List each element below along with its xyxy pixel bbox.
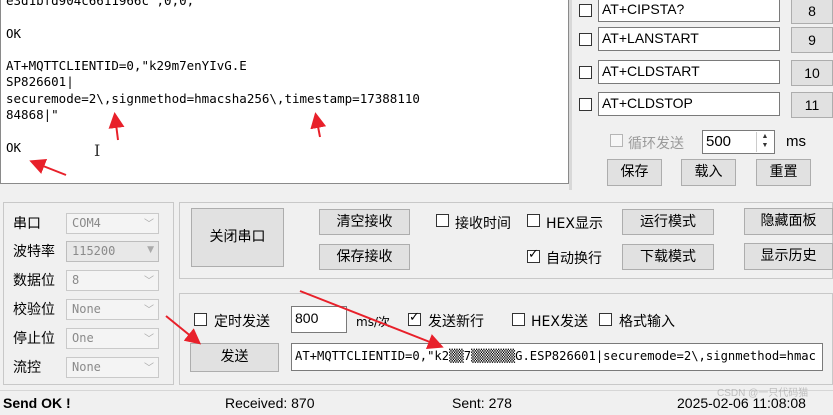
chevron-down-icon: ﹀ xyxy=(144,363,154,374)
databits-select[interactable]: 8 ﹀ xyxy=(66,270,159,291)
databits-value: 8 xyxy=(72,273,80,287)
close-port-button[interactable]: 关闭串口 xyxy=(191,208,284,267)
parity-label: 校验位 xyxy=(13,302,55,318)
command-send-button[interactable]: 8 xyxy=(791,0,833,24)
stopbits-select[interactable]: One ﹀ xyxy=(66,328,159,349)
timer-interval-input[interactable]: 800 xyxy=(291,306,347,333)
parity-select[interactable]: None ﹀ xyxy=(66,299,159,320)
flowcontrol-label: 流控 xyxy=(13,360,41,376)
flowcontrol-select[interactable]: None ﹀ xyxy=(66,357,159,378)
show-history-button[interactable]: 显示历史 xyxy=(744,243,833,270)
save-receive-button[interactable]: 保存接收 xyxy=(319,244,410,270)
send-input[interactable]: AT+MQTTCLIENTID=0,"k2▒▒7▒▒▒▒▒▒G.ESP82660… xyxy=(291,343,823,371)
dropdown-arrow-icon: ▼ xyxy=(147,245,154,255)
command-send-button[interactable]: 10 xyxy=(791,60,833,86)
load-commands-button[interactable]: 载入 xyxy=(681,159,736,186)
flowcontrol-value: None xyxy=(72,360,101,374)
sent-count: Sent: 278 xyxy=(452,395,512,411)
chevron-down-icon: ﹀ xyxy=(144,305,154,316)
command-input[interactable]: AT+CLDSTART xyxy=(598,60,780,84)
auto-wrap-checkbox[interactable] xyxy=(527,247,540,263)
command-input[interactable]: AT+CIPSTA? xyxy=(598,0,780,22)
format-input-checkbox[interactable] xyxy=(599,313,612,326)
download-mode-button[interactable]: 下载模式 xyxy=(622,244,714,270)
command-send-button[interactable]: 11 xyxy=(791,92,833,118)
send-button[interactable]: 发送 xyxy=(190,343,279,372)
baud-select[interactable]: 115200 ▼ xyxy=(66,241,159,262)
parity-value: None xyxy=(72,302,101,316)
send-newline-label: 发送新行 xyxy=(428,314,484,330)
auto-wrap-label: 自动换行 xyxy=(546,251,602,267)
timer-unit: ms/次 xyxy=(356,315,390,329)
databits-label: 数据位 xyxy=(13,273,55,289)
panel-separator xyxy=(569,0,572,190)
command-checkbox[interactable] xyxy=(579,66,592,79)
command-send-button[interactable]: 9 xyxy=(791,27,833,53)
command-input[interactable]: AT+CLDSTOP xyxy=(598,92,780,116)
command-checkbox[interactable] xyxy=(579,4,592,17)
clear-receive-button[interactable]: 清空接收 xyxy=(319,209,410,235)
hex-send-checkbox[interactable] xyxy=(512,313,525,326)
chevron-down-icon: ﹀ xyxy=(144,334,154,345)
receive-time-label: 接收时间 xyxy=(455,216,511,232)
text-cursor-icon: I xyxy=(94,141,101,160)
command-checkbox[interactable] xyxy=(579,98,592,111)
hex-display-checkbox[interactable] xyxy=(527,214,540,227)
chevron-down-icon: ﹀ xyxy=(144,219,154,230)
hex-display-label: HEX显示 xyxy=(546,216,603,232)
port-label: 串口 xyxy=(13,216,41,232)
loop-send-label: 循环发送 xyxy=(628,136,684,152)
hex-send-label: HEX发送 xyxy=(531,314,588,330)
watermark: CSDN @一只代码猫 xyxy=(717,388,809,399)
reset-commands-button[interactable]: 重置 xyxy=(756,159,811,186)
received-count: Received: 870 xyxy=(225,395,315,411)
send-ok-status: Send OK ! xyxy=(3,395,71,411)
command-input[interactable]: AT+LANSTART xyxy=(598,27,780,51)
hide-panel-button[interactable]: 隐藏面板 xyxy=(744,208,833,235)
stopbits-value: One xyxy=(72,331,94,345)
baud-label: 波特率 xyxy=(13,244,55,260)
port-value: COM4 xyxy=(72,216,101,230)
timed-send-label: 定时发送 xyxy=(214,314,270,330)
loop-send-checkbox[interactable] xyxy=(610,134,623,147)
run-mode-button[interactable]: 运行模式 xyxy=(622,209,714,235)
receive-textarea[interactable]: e3d1bfd904c6611966c",0,0,"" OK AT+MQTTCL… xyxy=(0,0,569,184)
command-checkbox[interactable] xyxy=(579,33,592,46)
loop-unit: ms xyxy=(786,133,806,150)
baud-value: 115200 xyxy=(72,244,116,258)
send-newline-checkbox[interactable] xyxy=(408,310,421,326)
chevron-down-icon: ﹀ xyxy=(144,276,154,287)
receive-time-checkbox[interactable] xyxy=(436,214,449,227)
stopbits-label: 停止位 xyxy=(13,331,55,347)
loop-interval-value: 500 xyxy=(706,133,732,150)
spinner-icon[interactable]: ▲ ▼ xyxy=(756,132,773,152)
receive-text: e3d1bfd904c6611966c",0,0,"" OK AT+MQTTCL… xyxy=(6,0,420,155)
format-input-label: 格式输入 xyxy=(619,314,675,330)
loop-interval-input[interactable]: 500 ▲ ▼ xyxy=(702,130,775,154)
timed-send-checkbox[interactable] xyxy=(194,313,207,326)
save-commands-button[interactable]: 保存 xyxy=(607,159,662,186)
status-bar: Send OK ! Received: 870 Sent: 278 2025-0… xyxy=(0,388,833,415)
port-select[interactable]: COM4 ﹀ xyxy=(66,213,159,234)
